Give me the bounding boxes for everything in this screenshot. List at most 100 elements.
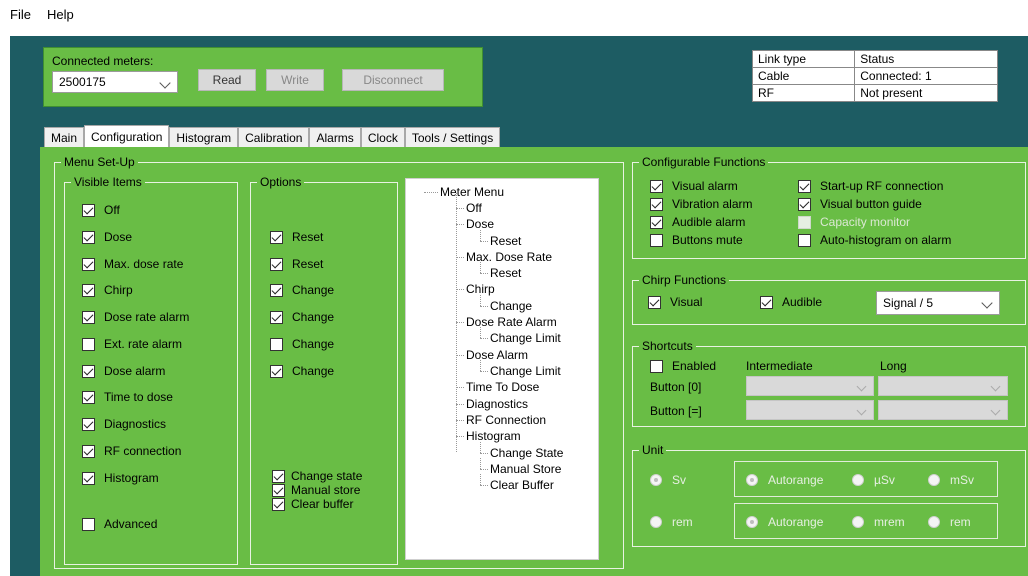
tree-item[interactable]: RF Connection [466,413,546,427]
configurable-function-checkbox[interactable]: Visual alarm [650,179,738,193]
histogram-option-checkbox[interactable]: Manual store [272,483,360,497]
radio-dot[interactable] [746,516,758,528]
checkbox-box[interactable] [82,283,95,297]
visible-item-checkbox[interactable]: Diagnostics [82,417,166,431]
checkbox-box[interactable] [82,203,95,217]
checkbox-box[interactable] [270,283,283,297]
checkbox-box[interactable] [272,469,285,483]
option-checkbox[interactable]: Reset [270,230,323,244]
tree-item[interactable]: Dose Alarm [466,348,528,362]
shortcuts-enabled-checkbox[interactable]: Enabled [650,359,716,373]
menu-file[interactable]: File [10,7,31,22]
write-button[interactable]: Write [266,69,324,91]
rem-autorange-radio[interactable]: Autorange [746,515,823,529]
checkbox-box[interactable] [272,483,285,497]
sv-autorange-radio[interactable]: Autorange [746,473,823,487]
chirp-visual-checkbox[interactable]: Visual [648,295,702,309]
unit-rem-radio[interactable]: rem [650,515,693,529]
tree-subitem[interactable]: Reset [490,266,521,280]
button-equals-intermediate-select[interactable] [746,400,874,420]
checkbox-box[interactable] [270,230,283,244]
radio-dot[interactable] [746,474,758,486]
disconnect-button[interactable]: Disconnect [342,69,444,91]
visible-item-checkbox[interactable]: Histogram [82,471,159,485]
checkbox-box[interactable] [270,310,283,324]
tree-item[interactable]: Histogram [466,429,521,443]
tree-subitem[interactable]: Reset [490,234,521,248]
tree-item[interactable]: Dose [466,217,494,231]
button-0-intermediate-select[interactable] [746,376,874,396]
usv-radio[interactable]: µSv [852,473,895,487]
checkbox-box[interactable] [272,497,285,511]
histogram-option-checkbox[interactable]: Clear buffer [272,497,353,511]
configurable-function-checkbox[interactable]: Vibration alarm [650,197,752,211]
meter-menu-tree[interactable]: Meter Menu Off Dose Reset Max. Dose Rate Rese… [405,178,599,560]
checkbox-box[interactable] [798,197,811,211]
checkbox-box[interactable] [798,215,811,229]
visible-item-checkbox[interactable]: Advanced [82,517,157,531]
visible-item-checkbox[interactable]: Chirp [82,283,133,297]
configurable-function-checkbox[interactable]: Visual button guide [798,197,922,211]
option-checkbox[interactable]: Change [270,310,334,324]
option-checkbox[interactable]: Change [270,364,334,378]
visible-item-checkbox[interactable]: Ext. rate alarm [82,337,182,351]
checkbox-box[interactable] [650,215,663,229]
checkbox-box[interactable] [270,337,283,351]
checkbox-box[interactable] [270,364,283,378]
checkbox-box[interactable] [648,295,661,309]
configurable-function-checkbox[interactable]: Buttons mute [650,233,743,247]
checkbox-box[interactable] [650,359,663,373]
configurable-function-checkbox[interactable]: Start-up RF connection [798,179,943,193]
tree-subitem[interactable]: Clear Buffer [490,478,554,492]
unit-sv-radio[interactable]: Sv [650,473,686,487]
radio-dot[interactable] [928,474,940,486]
radio-dot[interactable] [650,516,662,528]
checkbox-box[interactable] [760,295,773,309]
button-0-long-select[interactable] [878,376,1008,396]
visible-item-checkbox[interactable]: Off [82,203,120,217]
radio-dot[interactable] [852,516,864,528]
checkbox-box[interactable] [82,444,95,458]
checkbox-box[interactable] [82,364,95,378]
checkbox-box[interactable] [650,179,663,193]
configurable-function-checkbox[interactable]: Capacity monitor [798,215,910,229]
checkbox-box[interactable] [798,233,811,247]
checkbox-box[interactable] [82,517,95,531]
chirp-audible-checkbox[interactable]: Audible [760,295,822,309]
visible-item-checkbox[interactable]: Dose alarm [82,364,165,378]
radio-dot[interactable] [650,474,662,486]
checkbox-box[interactable] [798,179,811,193]
checkbox-box[interactable] [82,230,95,244]
tree-item[interactable]: Diagnostics [466,397,528,411]
configurable-function-checkbox[interactable]: Auto-histogram on alarm [798,233,951,247]
read-button[interactable]: Read [198,69,256,91]
tree-root[interactable]: Meter Menu [440,185,504,199]
visible-item-checkbox[interactable]: Time to dose [82,390,173,404]
configurable-function-checkbox[interactable]: Audible alarm [650,215,745,229]
checkbox-box[interactable] [82,310,95,324]
checkbox-box[interactable] [82,257,95,271]
tree-item[interactable]: Chirp [466,282,495,296]
mrem-radio[interactable]: mrem [852,515,905,529]
checkbox-box[interactable] [82,337,95,351]
tree-subitem[interactable]: Change [490,299,532,313]
tree-subitem[interactable]: Change State [490,446,563,460]
rem-unit-radio[interactable]: rem [928,515,971,529]
checkbox-box[interactable] [82,390,95,404]
histogram-option-checkbox[interactable]: Change state [272,469,362,483]
checkbox-box[interactable] [650,233,663,247]
meter-select[interactable]: 2500175 [52,71,178,93]
button-equals-long-select[interactable] [878,400,1008,420]
tree-subitem[interactable]: Change Limit [490,364,561,378]
visible-item-checkbox[interactable]: RF connection [82,444,181,458]
msv-radio[interactable]: mSv [928,473,974,487]
radio-dot[interactable] [928,516,940,528]
tree-item[interactable]: Max. Dose Rate [466,250,552,264]
checkbox-box[interactable] [82,417,95,431]
checkbox-box[interactable] [82,471,95,485]
tree-item[interactable]: Off [466,201,482,215]
visible-item-checkbox[interactable]: Max. dose rate [82,257,183,271]
checkbox-box[interactable] [650,197,663,211]
tree-subitem[interactable]: Change Limit [490,331,561,345]
visible-item-checkbox[interactable]: Dose rate alarm [82,310,189,324]
